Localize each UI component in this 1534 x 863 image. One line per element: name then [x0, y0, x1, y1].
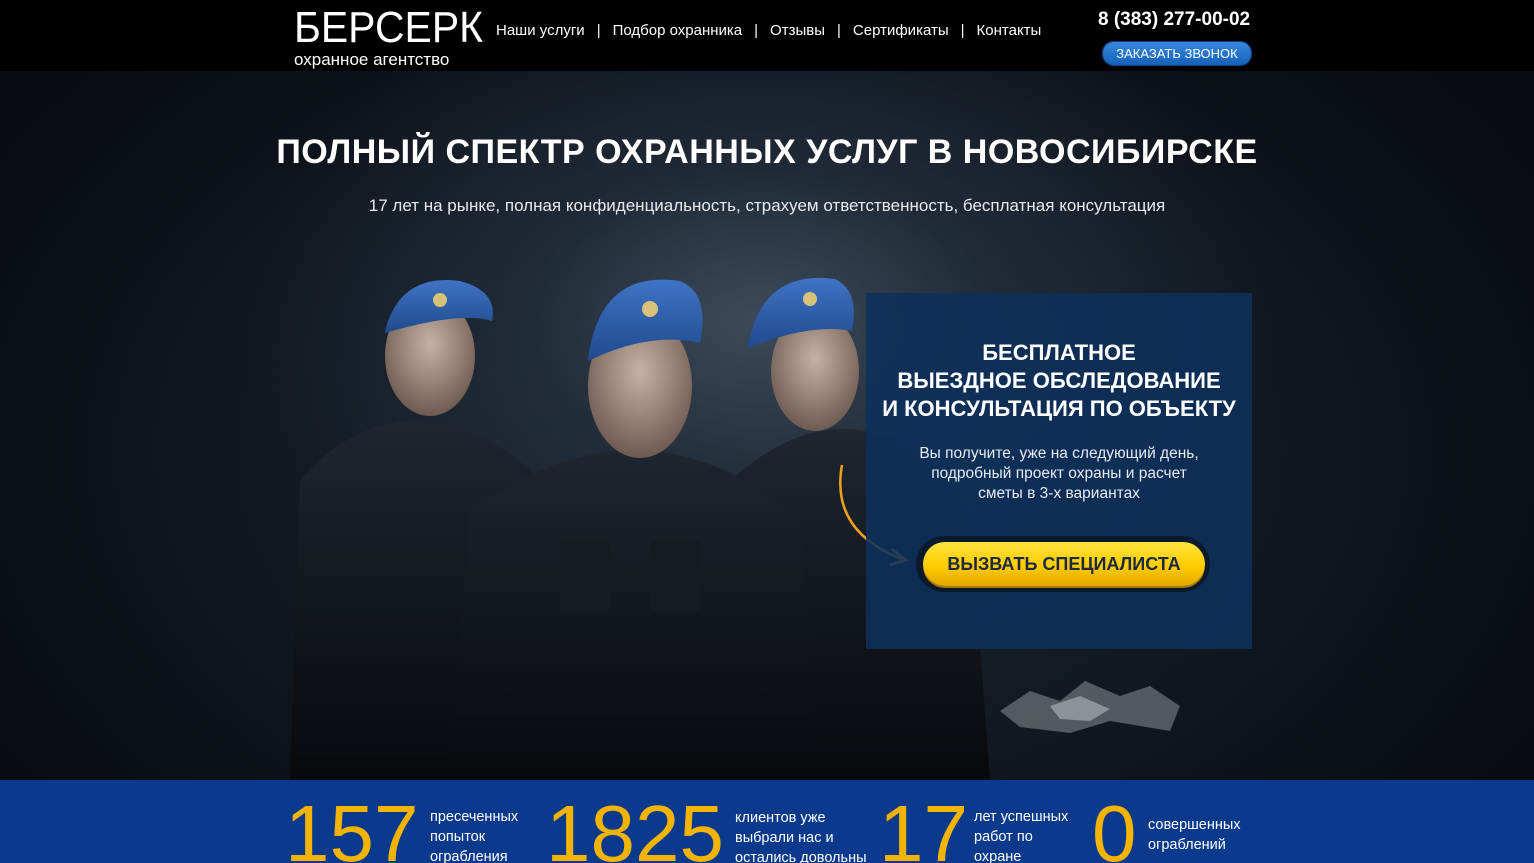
- stat-label-line: попыток: [430, 829, 486, 845]
- site-header: БЕРСЕРК охранное агентство Наши услуги |…: [0, 0, 1534, 71]
- nav-item-reviews[interactable]: Отзывы: [770, 22, 825, 39]
- nav-item-services[interactable]: Наши услуги: [496, 22, 585, 39]
- nav-separator: |: [596, 22, 601, 39]
- free-survey-panel: БЕСПЛАТНОЕ ВЫЕЗДНОЕ ОБСЛЕДОВАНИЕ И КОНСУ…: [866, 293, 1252, 649]
- stat-label-line: работ по: [974, 829, 1033, 845]
- stat-label-line: ограбления: [430, 849, 508, 863]
- stat-number: 157: [285, 789, 419, 863]
- offer-text-line: подробный проект охраны и расчет: [931, 465, 1187, 482]
- offer-title: БЕСПЛАТНОЕ ВЫЕЗДНОЕ ОБСЛЕДОВАНИЕ И КОНСУ…: [866, 339, 1252, 423]
- offer-title-line: ВЫЕЗДНОЕ ОБСЛЕДОВАНИЕ: [897, 368, 1221, 393]
- offer-title-line: И КОНСУЛЬТАЦИЯ ПО ОБЪЕКТУ: [882, 396, 1236, 421]
- logo-tagline: охранное агентство: [294, 50, 450, 69]
- stat-label-line: остались довольны: [735, 850, 867, 863]
- offer-title-line: БЕСПЛАТНОЕ: [982, 340, 1136, 365]
- stat-label-line: совершенных: [1148, 817, 1241, 833]
- logo-name: БЕРСЕРК: [294, 3, 483, 52]
- stat-label-line: клиентов уже: [735, 810, 826, 826]
- offer-description: Вы получите, уже на следующий день, подр…: [866, 444, 1252, 504]
- stat-number: 0: [1092, 789, 1137, 863]
- stat-label-line: пресеченных: [430, 809, 519, 825]
- logo[interactable]: БЕРСЕРК охранное агентство: [294, 3, 497, 69]
- call-specialist-button[interactable]: ВЫЗВАТЬ СПЕЦИАЛИСТА: [923, 542, 1205, 586]
- offer-text-line: Вы получите, уже на следующий день,: [919, 445, 1199, 462]
- stat-label-line: выбрали нас и: [735, 830, 834, 846]
- cta-button-frame: ВЫЗВАТЬ СПЕЦИАЛИСТА: [916, 536, 1210, 592]
- stat-number: 1825: [546, 789, 724, 863]
- stat-label: совершенных ограблений: [1148, 815, 1241, 855]
- hero-subtitle: 17 лет на рынке, полная конфиденциальнос…: [368, 196, 1166, 215]
- stat-label: лет успешных работ по охране: [974, 807, 1068, 863]
- stat-label: клиентов уже выбрали нас и остались дово…: [735, 808, 867, 863]
- nav-separator: |: [837, 22, 841, 39]
- stat-label-line: лет успешных: [974, 809, 1069, 825]
- nav-item-certificates[interactable]: Сертификаты: [853, 22, 949, 39]
- stat-label-line: охране: [974, 849, 1022, 863]
- stat-number: 17: [879, 789, 968, 863]
- main-nav: Наши услуги | Подбор охранника | Отзывы …: [496, 22, 1041, 39]
- order-callback-button[interactable]: ЗАКАЗАТЬ ЗВОНОК: [1102, 41, 1252, 66]
- nav-separator: |: [754, 22, 759, 39]
- stats-bar: 157 пресеченных попыток ограбления 1825 …: [0, 780, 1534, 863]
- stat-label-line: ограблений: [1148, 837, 1226, 853]
- offer-text-line: сметы в 3-х вариантах: [978, 485, 1140, 502]
- hero-title: ПОЛНЫЙ СПЕКТР ОХРАННЫХ УСЛУГ В НОВОСИБИР…: [276, 133, 1258, 171]
- stat-label: пресеченных попыток ограбления: [430, 807, 518, 863]
- nav-item-guard-selection[interactable]: Подбор охранника: [613, 22, 743, 39]
- hero-section: ПОЛНЫЙ СПЕКТР ОХРАННЫХ УСЛУГ В НОВОСИБИР…: [0, 71, 1534, 780]
- phone-number[interactable]: 8 (383) 277-00-02: [1098, 9, 1250, 31]
- nav-separator: |: [960, 22, 965, 39]
- nav-item-contacts[interactable]: Контакты: [977, 22, 1042, 39]
